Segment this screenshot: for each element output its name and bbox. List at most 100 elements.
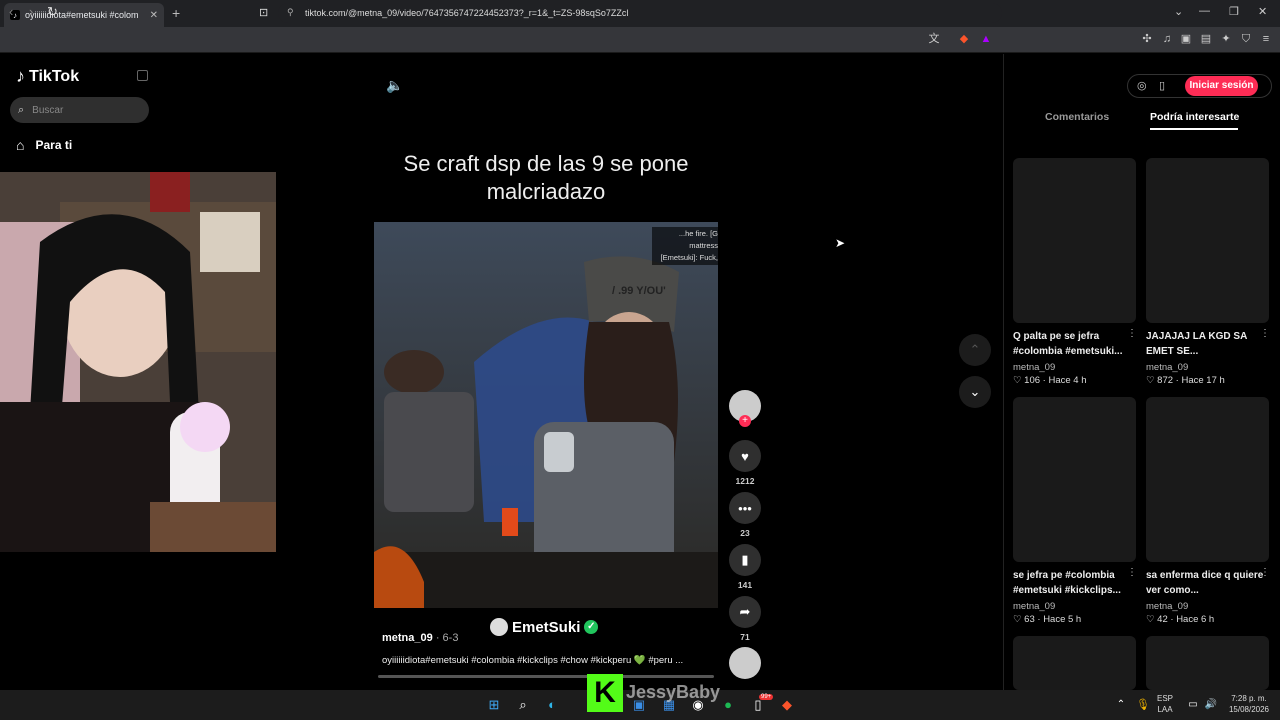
video-progress-bar[interactable]	[378, 675, 714, 678]
forward-button[interactable]: ›	[29, 4, 33, 19]
leo-ai-icon[interactable]: ✦	[1220, 33, 1232, 45]
card-age: Hace 17 h	[1181, 375, 1225, 386]
login-button[interactable]: Iniciar sesión	[1185, 76, 1258, 96]
card-stats: ♡ 872 · Hace 17 h	[1146, 375, 1225, 386]
video-description[interactable]: oyiiiiiidiota#emetsuki #colombia #kickcl…	[382, 655, 712, 666]
webcam-overlay	[0, 172, 276, 552]
card-stats: ♡ 42 · Hace 6 h	[1146, 614, 1215, 625]
chevron-up-icon: ⌃	[969, 342, 981, 357]
url-bar[interactable]: ⚲ tiktok.com/@metna_09/video/76473567472…	[278, 3, 1002, 23]
video-overlay-title: Se craft dsp de las 9 se pone malcriadaz…	[403, 151, 689, 204]
more-options-icon[interactable]: ⋮	[1127, 328, 1137, 339]
brave-shield-icon[interactable]: ◆	[958, 33, 970, 45]
follow-plus-icon[interactable]: +	[739, 415, 751, 427]
video-author[interactable]: metna_09 · 6-3	[382, 632, 458, 644]
network-icon[interactable]: ▭	[1185, 697, 1201, 713]
like-button[interactable]: ♥	[729, 440, 761, 472]
search-placeholder: Buscar	[32, 104, 64, 116]
close-window-button[interactable]: ✕	[1258, 5, 1267, 18]
tray-chevron-icon[interactable]: ⌃	[1113, 697, 1129, 713]
tab-comments[interactable]: Comentarios	[1045, 111, 1109, 123]
get-app-icon[interactable]: ▯	[1159, 79, 1165, 92]
suggested-video-thumbnail[interactable]	[1013, 158, 1136, 323]
bookmark-icon[interactable]: ⊡	[259, 6, 268, 19]
start-icon[interactable]: ⊞	[486, 697, 502, 713]
language-indicator[interactable]: ESP LAA	[1157, 693, 1173, 715]
comment-button[interactable]: •••	[729, 492, 761, 524]
new-tab-button[interactable]: +	[172, 5, 180, 21]
tab-search-icon[interactable]: ⌄	[1174, 5, 1183, 18]
compass-icon[interactable]: ◎	[1137, 79, 1147, 92]
share-button[interactable]: ➦	[729, 596, 761, 628]
comment-count: 23	[740, 528, 750, 538]
tiktok-note-icon: ♪	[16, 66, 25, 86]
tab-suggested[interactable]: Podría interesarte	[1150, 111, 1239, 123]
card-likes: 63	[1024, 614, 1035, 625]
media-icon[interactable]: ♫	[1161, 33, 1173, 45]
subtitle-box: ...he fire. [G mattress [Emetsuki]: Fuck…	[652, 227, 722, 265]
search-taskbar-icon[interactable]: ⌕	[515, 697, 531, 713]
brave-rewards-icon[interactable]: ▲	[980, 33, 992, 45]
reload-button[interactable]: ↻	[47, 4, 58, 20]
clock-date: 15/08/2026	[1228, 705, 1270, 714]
card-title[interactable]: sa enferma dice q quiere ver como...	[1146, 568, 1264, 598]
emetsuki-avatar-icon	[490, 618, 508, 636]
volume-tray-icon[interactable]: 🔊	[1203, 697, 1219, 713]
card-title[interactable]: se jefra pe #colombia #emetsuki #kickcli…	[1013, 568, 1131, 598]
watermark-text: EmetSuki	[512, 618, 581, 636]
streamer-name-overlay: JessyBaby	[626, 682, 721, 702]
video-player[interactable]: / .99 Y/OU'	[374, 222, 718, 608]
card-user[interactable]: metna_09	[1146, 362, 1188, 373]
lang-top: ESP	[1157, 694, 1174, 703]
notification-badge: 99+	[759, 694, 774, 700]
site-info-icon[interactable]: ⚲	[287, 7, 294, 18]
spotify-icon[interactable]: ●	[720, 697, 736, 713]
card-user[interactable]: metna_09	[1013, 362, 1055, 373]
browser-tab[interactable]: ♪ oyiiiiiidiota#emetsuki #colom ✕	[4, 3, 164, 27]
more-options-icon[interactable]: ⋮	[1260, 567, 1270, 578]
sidebar-item-for-you[interactable]: ⌂ Para ti	[16, 137, 72, 153]
card-title[interactable]: JAJAJAJ LA KGD SA EMET SE...	[1146, 329, 1264, 359]
minimize-button[interactable]: —	[1199, 5, 1210, 17]
suggested-video-thumbnail[interactable]	[1013, 397, 1136, 562]
maximize-button[interactable]: ❐	[1229, 5, 1239, 18]
music-disc-icon[interactable]	[729, 647, 761, 679]
more-options-icon[interactable]: ⋮	[1260, 328, 1270, 339]
home-icon: ⌂	[16, 137, 25, 153]
suggested-video-thumbnail[interactable]	[1146, 158, 1269, 323]
mouse-cursor-icon: ➤	[835, 236, 846, 250]
lang-bottom: LAA	[1157, 705, 1173, 714]
card-user[interactable]: metna_09	[1146, 601, 1188, 612]
edge-icon[interactable]: ◐	[544, 697, 560, 713]
more-options-icon[interactable]: ⋮	[1127, 567, 1137, 578]
search-input[interactable]: ⌕ Buscar	[10, 97, 149, 123]
tiktok-logo[interactable]: ♪ TikTok	[16, 66, 79, 87]
brave-taskbar-icon[interactable]: ◆	[779, 697, 795, 713]
close-tab-icon[interactable]: ✕	[150, 10, 158, 21]
card-user[interactable]: metna_09	[1013, 601, 1055, 612]
next-video-button[interactable]: ⌄	[959, 376, 991, 408]
tab-title: oyiiiiiidiota#emetsuki #colom	[25, 10, 139, 20]
card-title[interactable]: Q palta pe se jefra #colombia #emetsuki.…	[1013, 329, 1131, 359]
suggested-video-thumbnail[interactable]	[1146, 636, 1269, 690]
extensions-icon[interactable]: ✣	[1141, 33, 1153, 45]
address-toolbar	[0, 27, 1280, 53]
author-name[interactable]: metna_09	[382, 632, 433, 644]
clock[interactable]: 7:28 p. m. 15/08/2026	[1224, 693, 1274, 715]
volume-icon[interactable]: 🔈	[386, 77, 403, 94]
save-button[interactable]: ▮	[729, 544, 761, 576]
kick-logo: K	[587, 674, 623, 712]
previous-video-button[interactable]: ⌃	[959, 334, 991, 366]
vpn-icon[interactable]: ⛉	[1240, 33, 1252, 45]
translate-icon[interactable]: 文	[928, 33, 940, 45]
menu-icon[interactable]: ≡	[1260, 33, 1272, 45]
suggested-video-thumbnail[interactable]	[1146, 397, 1269, 562]
collapse-sidebar-icon[interactable]	[137, 70, 148, 81]
back-button[interactable]: ‹	[9, 4, 13, 19]
sidebar-icon[interactable]: ▣	[1180, 33, 1192, 45]
wallet-icon[interactable]: ▤	[1200, 33, 1212, 45]
active-tab-indicator	[1150, 128, 1238, 130]
share-count: 71	[740, 632, 750, 642]
suggested-video-thumbnail[interactable]	[1013, 636, 1136, 690]
microphone-icon[interactable]: 🎙	[1135, 697, 1151, 713]
